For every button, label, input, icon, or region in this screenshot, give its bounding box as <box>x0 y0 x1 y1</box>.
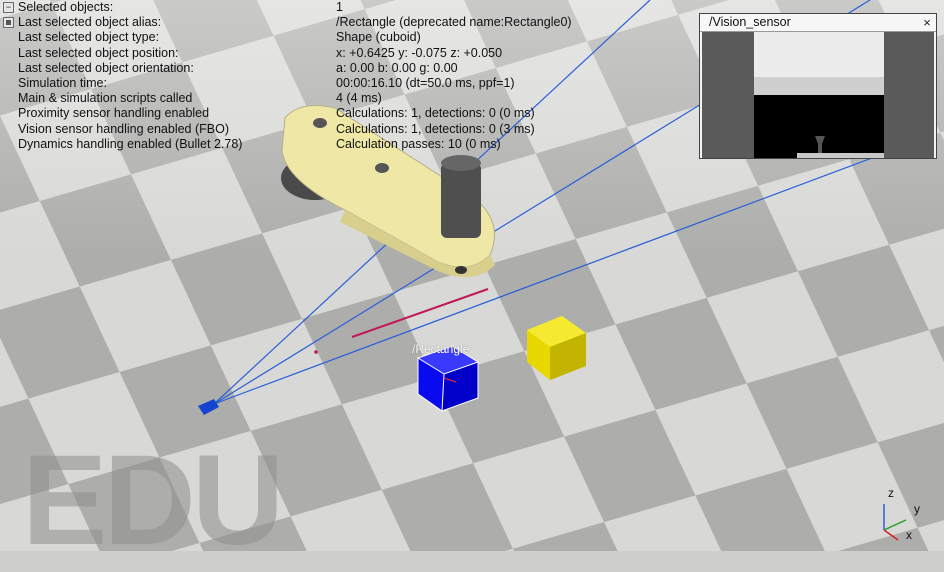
toggle-square-icon[interactable] <box>3 17 14 29</box>
info-value: 00:00:16.10 (dt=50.0 ms, ppf=1) <box>336 75 515 90</box>
world-axes-gizmo: z y x <box>864 484 934 548</box>
info-value: 4 (4 ms) <box>336 91 382 106</box>
vision-sensor-image <box>702 32 934 158</box>
edu-watermark: EDU <box>22 429 284 572</box>
collapse-minus-icon[interactable]: − <box>3 2 14 13</box>
vision-sensor-window[interactable]: /Vision_sensor × <box>699 13 937 159</box>
info-value: Calculation passes: 10 (0 ms) <box>336 136 501 151</box>
info-label: Simulation time: <box>18 75 107 90</box>
info-value: /Rectangle (deprecated name:Rectangle0) <box>336 15 572 30</box>
selected-object-label: /Rectangle <box>412 342 470 356</box>
axes-lines <box>883 504 907 541</box>
info-label: Last selected object orientation: <box>18 60 194 75</box>
axis-x-label: x <box>906 528 912 542</box>
laser-dot <box>314 350 318 354</box>
info-value: Calculations: 1, detections: 0 (0 ms) <box>336 106 535 121</box>
axis-y-label: y <box>914 502 920 516</box>
axis-z-label: z <box>888 486 894 500</box>
info-value: x: +0.6425 y: -0.075 z: +0.050 <box>336 45 503 60</box>
info-label: Last selected object position: <box>18 45 179 60</box>
info-label: Dynamics handling enabled (Bullet 2.78) <box>18 136 243 151</box>
info-label: Vision sensor handling enabled (FBO) <box>18 121 230 136</box>
info-label: Selected objects: <box>18 0 114 14</box>
info-value: 1 <box>336 0 343 14</box>
info-value: a: 0.00 b: 0.00 g: 0.00 <box>336 60 458 75</box>
info-label: Main & simulation scripts called <box>18 91 193 106</box>
vision-sensor-title[interactable]: /Vision_sensor <box>700 14 936 32</box>
info-label: Last selected object type: <box>18 30 160 45</box>
info-label: Last selected object alias: <box>18 15 162 30</box>
info-value: Calculations: 1, detections: 0 (3 ms) <box>336 121 535 136</box>
close-icon[interactable]: × <box>921 14 933 31</box>
info-label: Proximity sensor handling enabled <box>18 106 210 121</box>
info-value: Shape (cuboid) <box>336 30 421 45</box>
